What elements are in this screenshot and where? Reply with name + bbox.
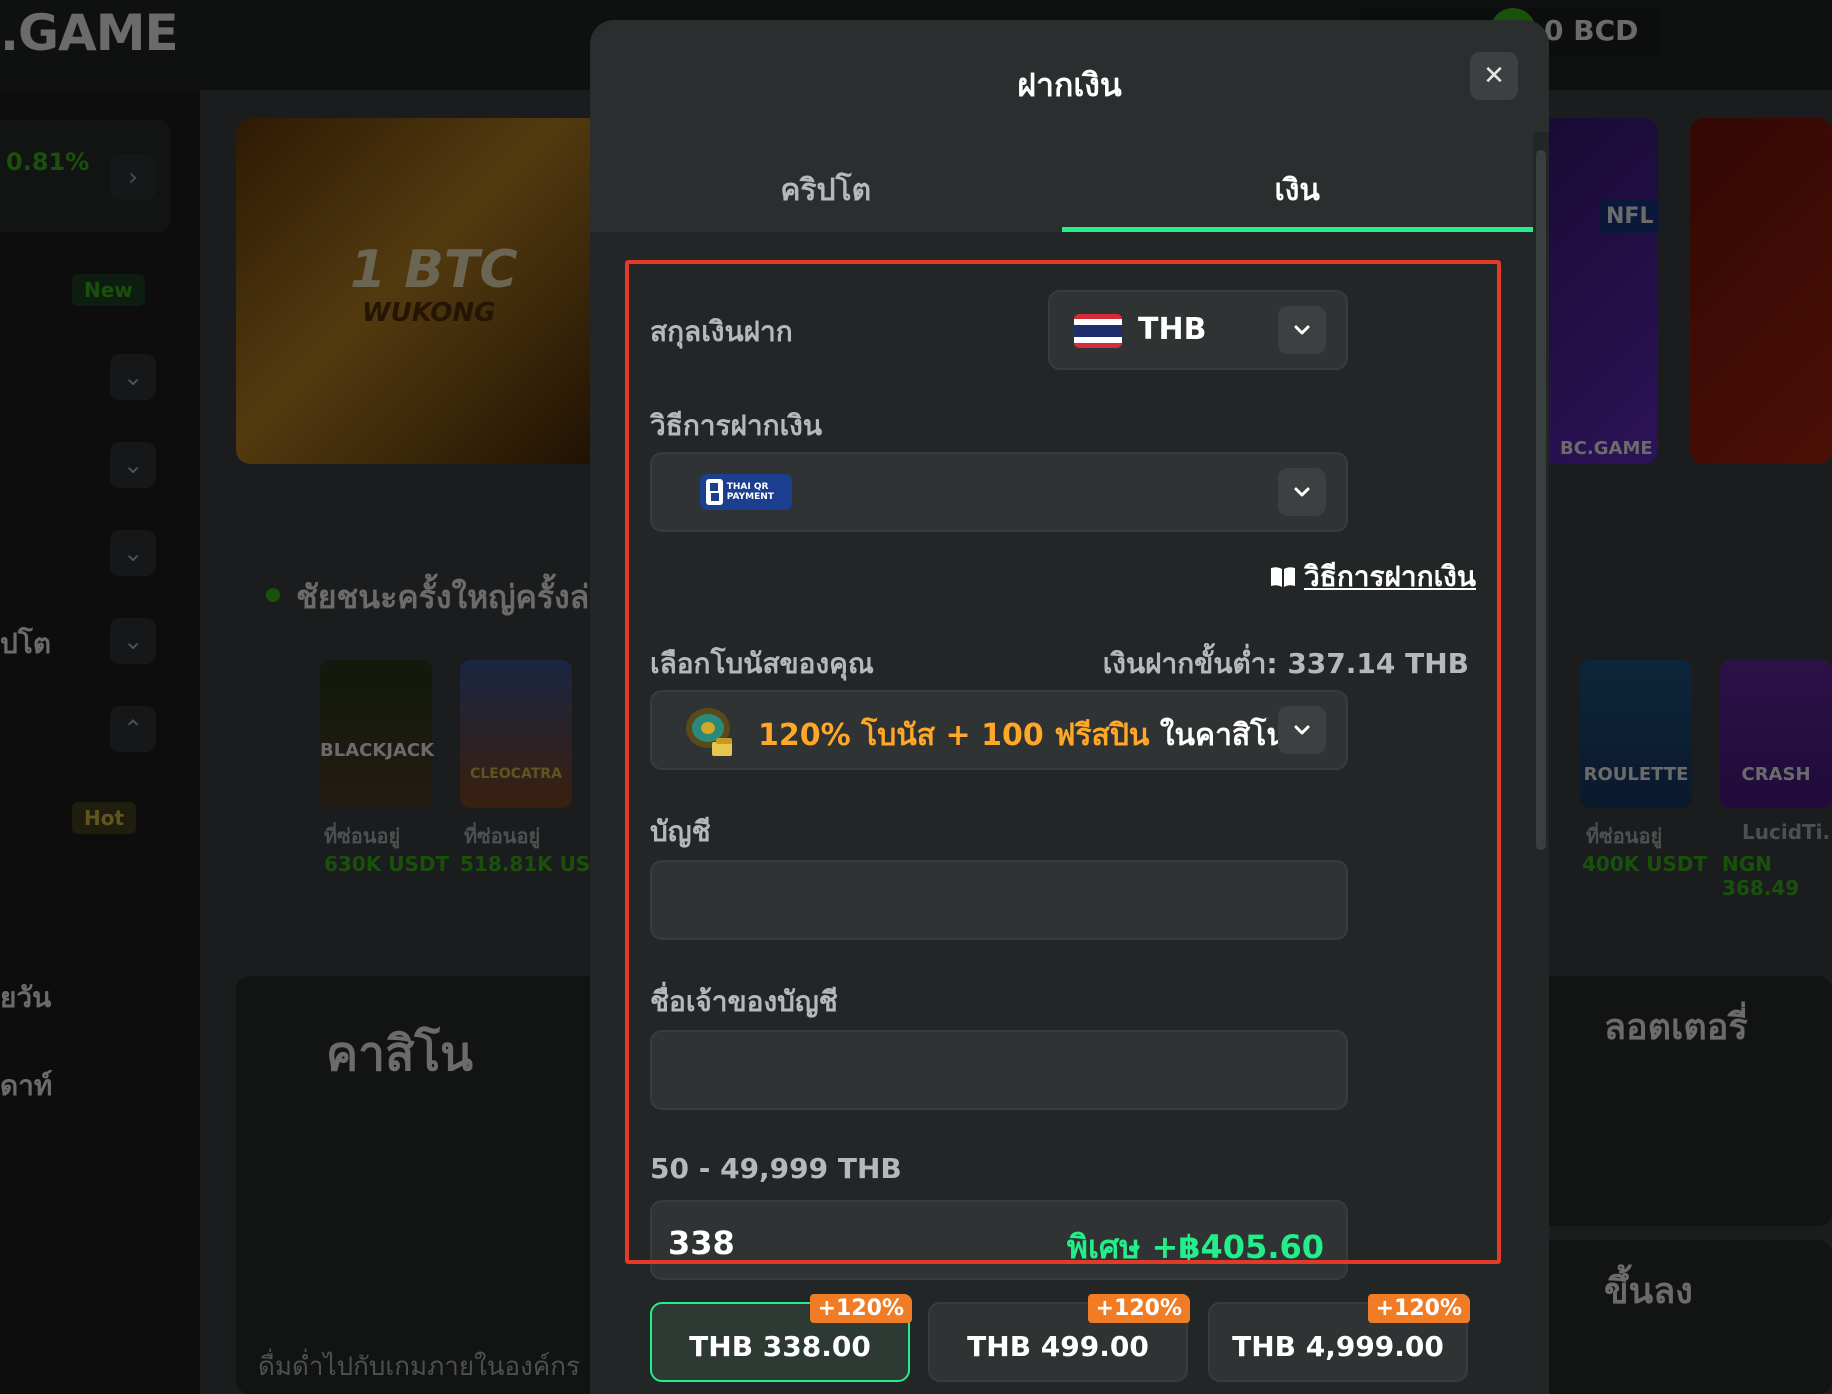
currency-value: THB	[1138, 312, 1207, 347]
sidebar-item-dart[interactable]: ดาท์	[0, 1064, 52, 1108]
chevron-down-icon[interactable]: ⌄	[110, 442, 156, 488]
game-user: ที่ซ่อนอยู่	[464, 824, 541, 848]
new-badge: New	[72, 274, 145, 306]
quick-amount-button[interactable]: THB 4,999.00 +120%	[1208, 1294, 1470, 1382]
thai-qr-payment-logo: THAI QR PAYMENT	[700, 474, 792, 510]
bonus-percent-tag: +120%	[1367, 1294, 1470, 1323]
deposit-guide-text: วิธีการฝากเงิน	[1304, 560, 1476, 593]
account-input[interactable]	[650, 860, 1348, 940]
min-deposit-text: เงินฝากขั้นต่ำ: 337.14 THB	[1102, 647, 1469, 680]
tab-crypto[interactable]: คริปโต	[590, 148, 1062, 232]
scrollbar-thumb[interactable]	[1536, 150, 1546, 850]
close-icon: ✕	[1483, 61, 1505, 91]
bonus-percent-tag: +120%	[1087, 1294, 1190, 1323]
hot-badge: Hot	[72, 802, 137, 834]
game-name: CRASH	[1741, 764, 1811, 785]
site-logo[interactable]: .GAME	[0, 4, 179, 62]
banner-title: 1 BTC	[350, 240, 518, 300]
sidebar-item-daily[interactable]: ยวัน	[0, 976, 51, 1020]
book-icon	[1271, 567, 1295, 587]
game-card-cleocatra[interactable]	[460, 660, 572, 808]
chevron-down-icon[interactable]: ⌄	[110, 354, 156, 400]
quick-amount-value: THB 338.00	[689, 1330, 871, 1363]
sidebar-percent: 0.81%	[6, 148, 90, 176]
deposit-guide-link[interactable]: วิธีการฝากเงิน	[1270, 555, 1476, 599]
game-card-roulette[interactable]	[1580, 660, 1692, 808]
tab-fiat[interactable]: เงิน	[1061, 148, 1534, 232]
nfl-logo: NFL	[1600, 200, 1660, 233]
wallet-balance: 0 BCD	[1544, 14, 1639, 47]
currency-select[interactable]: THB	[1048, 290, 1348, 370]
promo-banner-nfl[interactable]	[1540, 118, 1658, 464]
bcgame-label: BC.GAME	[1560, 438, 1653, 459]
quick-amount-button[interactable]: THB 499.00 +120%	[928, 1294, 1190, 1382]
lottery-title: ลอตเตอรี่	[1604, 1007, 1748, 1048]
bonus-select[interactable]: 120% โบนัส + 100 ฟรีสปิน ในคาสิโน	[650, 690, 1348, 770]
game-user: ที่ซ่อนอยู่	[1586, 824, 1663, 848]
promo-banner-red[interactable]	[1690, 118, 1832, 464]
amount-range-label: 50 - 49,999 THB	[650, 1152, 902, 1185]
chevron-right-icon[interactable]: ›	[110, 154, 156, 200]
qr-icon	[706, 479, 723, 505]
chevron-down-icon[interactable]: ⌄	[110, 530, 156, 576]
bonus-offer-text: 120% โบนัส + 100 ฟรีสปิน	[758, 718, 1150, 753]
account-label: บัญชี	[650, 815, 711, 848]
updown-title: ขึ้นลง	[1604, 1271, 1693, 1312]
modal-title: ฝากเงิน	[1017, 66, 1122, 104]
account-owner-label: ชื่อเจ้าของบัญชี	[650, 985, 838, 1018]
sidebar-item-crypto[interactable]: ปโต	[0, 622, 51, 666]
chevron-down-icon[interactable]: ⌄	[110, 618, 156, 664]
game-name: CLEOCATRA	[470, 766, 562, 782]
bonus-category-text: ในคาสิโน	[1159, 718, 1287, 753]
banner-subtitle: WUKONG	[362, 298, 496, 328]
bonus-extra-amount: พิเศษ +฿405.60	[1066, 1228, 1324, 1266]
casino-description: ดื่มด่ำไปกับเกมภายในองค์กร	[258, 1352, 580, 1382]
account-owner-input[interactable]	[650, 1030, 1348, 1110]
quick-amount-value: THB 499.00	[967, 1330, 1149, 1363]
chevron-down-icon[interactable]	[1278, 468, 1326, 516]
amount-value: 338	[668, 1224, 735, 1262]
game-name: BLACKJACK	[320, 740, 435, 761]
game-name: ROULETTE	[1583, 764, 1689, 785]
bonus-value: 120% โบนัส + 100 ฟรีสปิน ในคาสิโน	[758, 712, 1287, 759]
chevron-down-icon[interactable]	[1278, 706, 1326, 754]
game-amount: 400K USDT	[1582, 852, 1708, 876]
method-select[interactable]: THAI QR PAYMENT	[650, 452, 1348, 532]
game-amount: 630K USDT	[324, 852, 450, 876]
chevron-down-icon[interactable]	[1278, 306, 1326, 354]
roulette-bonus-icon	[686, 708, 732, 756]
live-dot-icon	[266, 588, 280, 602]
game-card-blackjack[interactable]	[320, 660, 432, 808]
bonus-percent-tag: +120%	[809, 1294, 912, 1323]
quick-amount-value: THB 4,999.00	[1232, 1330, 1444, 1363]
game-user: LucidTi...	[1742, 820, 1832, 844]
qr-logo-text: THAI QR PAYMENT	[726, 482, 774, 502]
method-label: วิธีการฝากเงิน	[650, 409, 822, 442]
casino-title: คาสิโน	[326, 1026, 473, 1082]
game-card-crash[interactable]	[1720, 660, 1832, 808]
deposit-modal: ฝากเงิน ✕ คริปโต เงิน สกุลเงินฝาก THB วิ…	[590, 20, 1549, 1394]
chevron-up-icon[interactable]: ⌃	[110, 706, 156, 752]
amount-input[interactable]: 338 พิเศษ +฿405.60	[650, 1200, 1348, 1280]
thailand-flag-icon	[1074, 314, 1122, 348]
deposit-tabs: คริปโต เงิน	[590, 148, 1533, 232]
currency-label: สกุลเงินฝาก	[650, 315, 793, 348]
close-button[interactable]: ✕	[1470, 52, 1518, 100]
big-wins-title: ชัยชนะครั้งใหญ่ครั้งล่า	[296, 578, 608, 616]
game-user: ที่ซ่อนอยู่	[324, 824, 401, 848]
quick-amount-button[interactable]: THB 338.00 +120%	[650, 1294, 912, 1382]
game-amount: NGN 368.49	[1722, 852, 1800, 900]
bonus-label: เลือกโบนัสของคุณ	[650, 647, 874, 680]
